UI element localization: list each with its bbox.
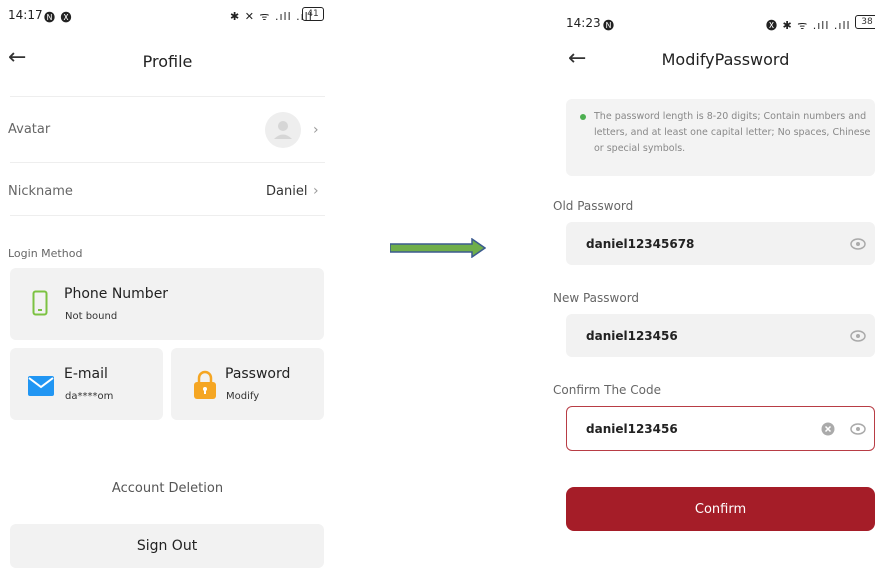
email-title: E-mail bbox=[64, 366, 108, 382]
old-password-label: Old Password bbox=[553, 199, 634, 213]
confirm-button-label: Confirm bbox=[694, 501, 747, 517]
battery-icon: 38 bbox=[855, 15, 875, 29]
email-value: da****om bbox=[65, 391, 114, 402]
nickname-label: Nickname bbox=[8, 184, 73, 199]
transition-arrow-icon bbox=[390, 238, 486, 258]
lock-icon bbox=[194, 370, 216, 399]
status-time: 14:17 bbox=[8, 8, 43, 22]
eye-icon[interactable] bbox=[850, 238, 866, 250]
divider bbox=[10, 215, 325, 216]
battery-level: 41 bbox=[307, 9, 319, 19]
password-modify-link[interactable]: Modify bbox=[226, 391, 259, 402]
old-password-field[interactable]: daniel12345678 bbox=[566, 222, 875, 265]
sign-out-label: Sign Out bbox=[136, 538, 198, 554]
profile-screen: 14:17 🅝 🅧 ✱ ✕ ᯤ .ıll .ıll 41 ← Profile A… bbox=[0, 0, 335, 568]
mail-icon bbox=[28, 376, 54, 396]
password-card[interactable]: Password Modify bbox=[171, 348, 324, 420]
eye-icon[interactable] bbox=[850, 330, 866, 342]
sign-out-button[interactable]: Sign Out bbox=[10, 524, 324, 568]
divider bbox=[10, 96, 325, 97]
avatar-row[interactable]: Avatar › bbox=[0, 108, 335, 154]
phone-number-card[interactable]: Phone Number Not bound bbox=[10, 268, 324, 340]
phone-number-title: Phone Number bbox=[64, 286, 169, 302]
confirm-code-label: Confirm The Code bbox=[553, 383, 661, 397]
avatar bbox=[265, 112, 301, 148]
avatar-label: Avatar bbox=[8, 122, 51, 137]
divider bbox=[10, 162, 325, 163]
status-signal-icons: ✱ ✕ ᯤ .ıll .ıll bbox=[230, 10, 313, 23]
hint-text: The password length is 8-20 digits; Cont… bbox=[594, 111, 871, 154]
phone-icon bbox=[32, 290, 48, 316]
old-password-value: daniel12345678 bbox=[586, 237, 695, 251]
new-password-label: New Password bbox=[553, 291, 640, 305]
page-title: ModifyPassword bbox=[661, 50, 790, 69]
phone-number-status: Not bound bbox=[65, 311, 118, 322]
email-card[interactable]: E-mail da****om bbox=[10, 348, 163, 420]
page-title: Profile bbox=[142, 52, 193, 71]
nickname-row[interactable]: Nickname Daniel › bbox=[0, 172, 335, 208]
new-password-value: daniel123456 bbox=[586, 329, 678, 343]
password-rules-hint: The password length is 8-20 digits; Cont… bbox=[566, 99, 875, 176]
battery-level: 38 bbox=[861, 17, 873, 27]
new-password-field[interactable]: daniel123456 bbox=[566, 314, 875, 357]
user-silhouette-icon bbox=[274, 121, 292, 139]
modify-password-screen: 14:23 🅝 🅧 ✱ ᯤ .ıll .ıll 38 ← ModifyPassw… bbox=[553, 0, 875, 560]
clear-icon[interactable] bbox=[821, 422, 835, 436]
battery-icon: 41 bbox=[302, 7, 324, 21]
nickname-value: Daniel bbox=[266, 184, 308, 199]
password-title: Password bbox=[225, 366, 291, 382]
hint-dot-icon bbox=[580, 114, 586, 120]
status-signal-icons: 🅧 ✱ ᯤ .ıll .ıll bbox=[766, 19, 851, 32]
status-notification-icons: 🅝 bbox=[603, 19, 615, 32]
eye-icon[interactable] bbox=[850, 423, 866, 435]
status-time: 14:23 bbox=[566, 16, 601, 30]
confirm-code-field[interactable]: daniel123456 bbox=[566, 406, 875, 451]
confirm-button[interactable]: Confirm bbox=[566, 487, 875, 531]
login-method-label: Login Method bbox=[8, 247, 83, 260]
account-deletion-link[interactable]: Account Deletion bbox=[0, 481, 335, 496]
status-notification-icons: 🅝 🅧 bbox=[44, 11, 73, 24]
chevron-right-icon: › bbox=[313, 122, 319, 138]
chevron-right-icon: › bbox=[313, 183, 319, 199]
confirm-code-value: daniel123456 bbox=[586, 422, 678, 436]
